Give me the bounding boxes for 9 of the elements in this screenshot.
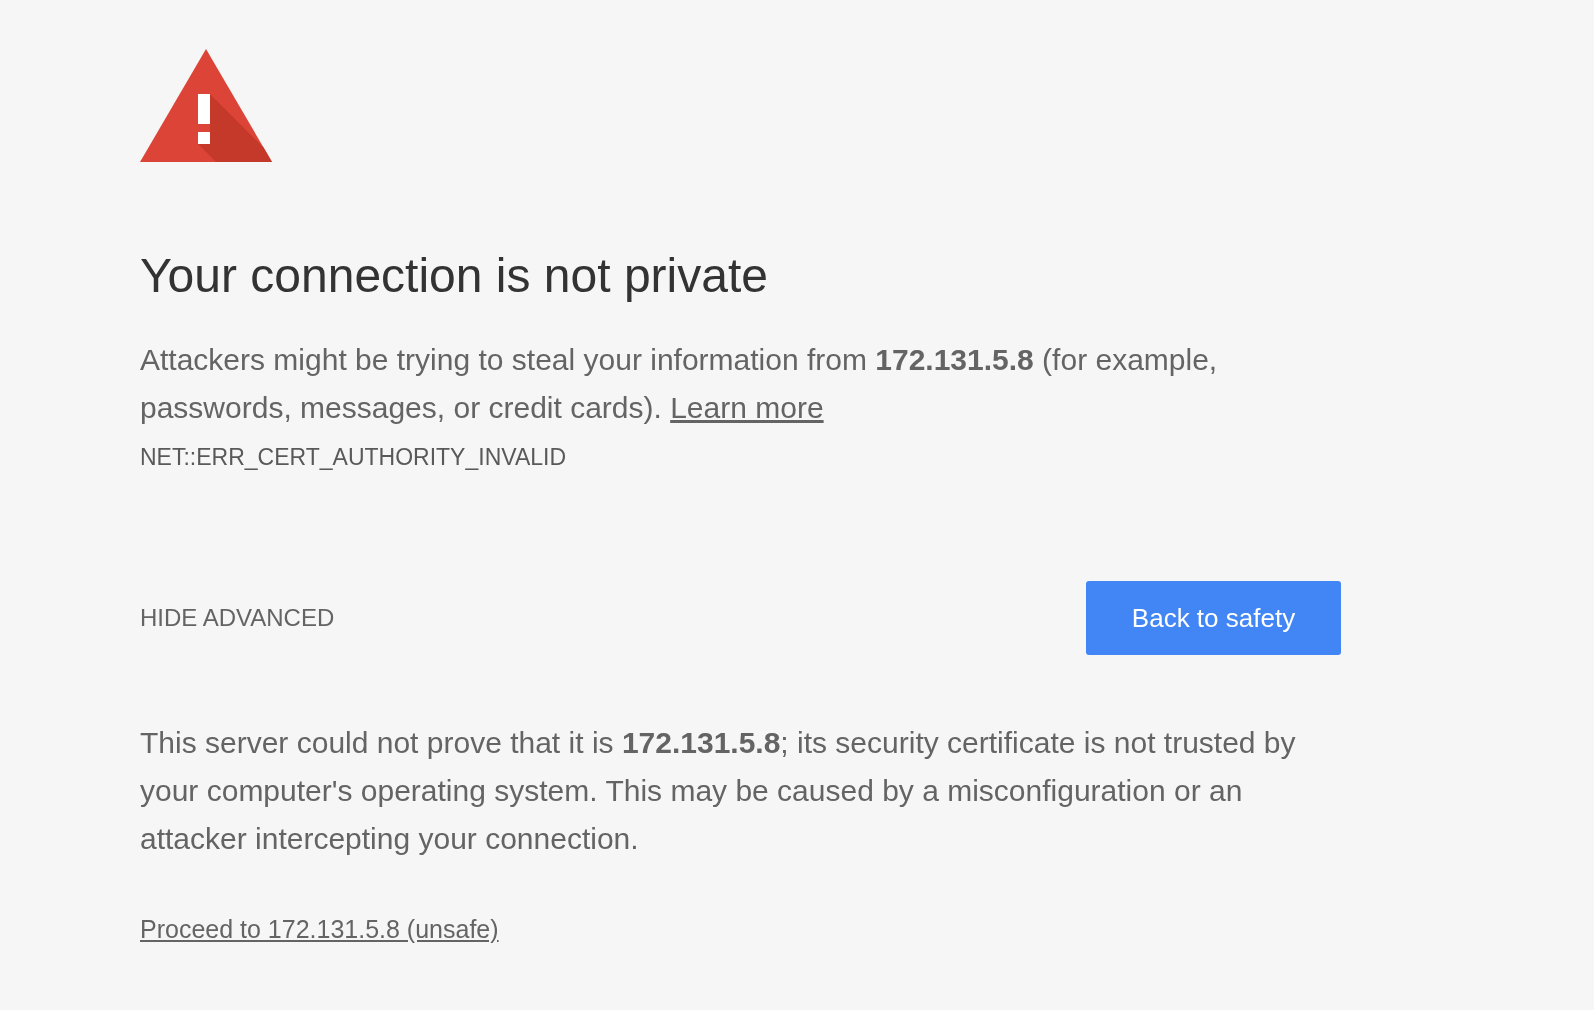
proceed-link[interactable]: Proceed to 172.131.5.8 (unsafe) xyxy=(140,914,499,944)
error-code: NET::ERR_CERT_AUTHORITY_INVALID xyxy=(140,443,567,471)
details-message: This server could not prove that it is 172.131.5.8; its security certificate is not trusted by your computer's operating system. This may be caused by a misconfiguration or an attacker intercepting your connection. xyxy=(140,725,1297,857)
warning-icon xyxy=(140,49,272,162)
page-heading: Your connection is not private xyxy=(140,248,768,304)
hide-advanced-link[interactable]: HIDE ADVANCED xyxy=(140,603,335,633)
learn-more-link[interactable]: Learn more xyxy=(670,391,824,424)
warning-message: Attackers might be trying to steal your information from 172.131.5.8 (for example, passwords, messages, or credit cards). Learn more xyxy=(140,342,1219,426)
back-to-safety-button[interactable]: Back to safety xyxy=(1086,581,1341,655)
